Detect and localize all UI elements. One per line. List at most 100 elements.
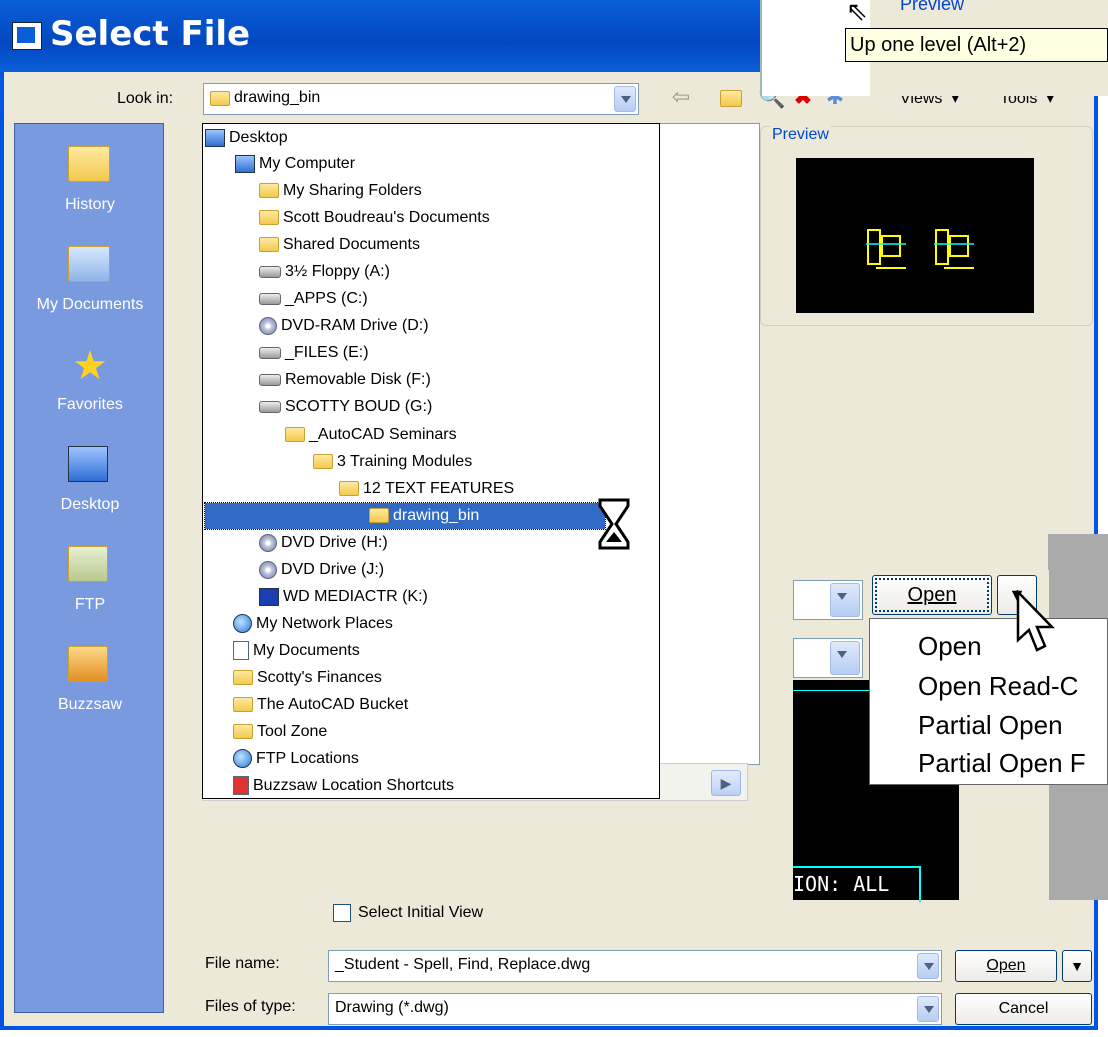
disc-icon [259,533,277,552]
select-initial-view-checkbox[interactable] [333,904,351,922]
look-in-label: Look in: [117,90,174,107]
place-label: History [65,196,115,213]
inset-dropdown-button[interactable] [830,641,860,675]
list-item[interactable]: Tool Zone [233,719,327,745]
list-item[interactable]: _FILES (E:) [259,340,369,366]
menu-item-open[interactable]: Open [918,631,982,662]
document-icon [233,641,249,661]
folder-history-icon [68,146,112,186]
place-history[interactable]: History [15,146,165,214]
look-in-combo[interactable]: drawing_bin [203,83,639,115]
list-item[interactable]: FTP Locations [233,746,359,772]
desktop-icon [68,446,112,486]
drive-icon [259,346,281,359]
menu-item-open-read-only[interactable]: Open Read-C [918,671,1078,702]
list-item[interactable]: 12 TEXT FEATURES [339,476,514,502]
list-item[interactable]: My Network Places [233,611,393,637]
list-item-selected[interactable]: drawing_bin [204,502,606,530]
drive-icon [259,373,281,386]
folder-icon [259,237,279,253]
list-item[interactable]: Scotty's Finances [233,665,382,691]
list-item[interactable]: _APPS (C:) [259,286,368,312]
inset-preview-label: Preview [900,0,965,14]
ftp-locations-icon [233,749,252,769]
floppy-icon [259,265,281,278]
drive-icon [259,587,279,606]
select-initial-view-label: Select Initial View [358,904,484,921]
place-favorites[interactable]: ★ Favorites [15,346,165,414]
network-icon [233,614,252,634]
place-buzzsaw[interactable]: Buzzsaw [15,646,165,714]
open-button[interactable]: Open [955,950,1057,982]
open-options-menu: Open Open Read-C Partial Open Partial Op… [869,618,1108,785]
list-item[interactable]: WD MEDIACTR (K:) [259,584,428,610]
disc-icon [259,316,277,335]
folder-icon [233,697,253,713]
buzzsaw-icon [68,646,112,686]
list-item[interactable]: SCOTTY BOUD (G:) [259,394,432,420]
inset-open-button[interactable]: Open [872,575,992,615]
up-one-level-icon[interactable] [720,84,746,110]
menu-item-partial-open[interactable]: Partial Open [918,710,1063,741]
list-item[interactable]: 3½ Floppy (A:) [259,259,390,285]
files-of-type-label: Files of type: [205,998,296,1015]
place-desktop[interactable]: Desktop [15,446,165,514]
place-label: Buzzsaw [57,696,123,713]
file-name-dropdown-button[interactable] [917,953,939,979]
list-item[interactable]: My Documents [233,638,360,664]
inset-combo-1[interactable] [793,580,863,620]
list-item[interactable]: Removable Disk (F:) [259,367,431,393]
file-name-combo[interactable]: _Student - Spell, Find, Replace.dwg [328,950,942,982]
files-of-type-value: Drawing (*.dwg) [335,999,449,1016]
computer-icon [235,154,255,173]
folder-icon [313,454,333,470]
menu-item-partial-open-read-only[interactable]: Partial Open F [918,748,1086,779]
hourglass-cursor-icon [596,498,632,550]
title-bar[interactable]: Select File [0,0,760,72]
places-sidebar: History My Documents ★ Favorites Desktop… [14,123,164,1013]
files-of-type-combo[interactable]: Drawing (*.dwg) [328,993,942,1025]
list-item[interactable]: Buzzsaw Location Shortcuts [233,773,454,799]
place-label: FTP [74,596,106,613]
arrow-cursor-icon: ⇖ [846,0,868,26]
up-one-level-tooltip: Up one level (Alt+2) [845,28,1108,62]
autocad-app-icon [12,22,42,50]
folder-icon [285,427,305,443]
preview-image [796,158,1034,313]
shared-folder-icon [259,183,279,199]
look-in-dropdown-list[interactable]: Desktop My Computer My Sharing Folders S… [202,123,660,799]
list-item[interactable]: My Sharing Folders [259,178,422,204]
file-name-label: File name: [205,955,280,972]
list-item[interactable]: 3 Training Modules [313,449,472,475]
place-label: Desktop [60,496,120,513]
folder-icon [233,670,253,686]
files-of-type-dropdown-button[interactable] [917,996,939,1022]
disc-icon [259,560,277,579]
place-ftp[interactable]: FTP [15,546,165,614]
folder-icon [339,481,359,497]
file-name-value: _Student - Spell, Find, Replace.dwg [335,956,591,973]
preview-label: Preview [770,126,831,144]
back-arrow-icon[interactable]: ⇦ [668,84,694,110]
list-item[interactable]: Scott Boudreau's Documents [259,205,490,231]
list-item[interactable]: The AutoCAD Bucket [233,692,408,718]
list-item[interactable]: Shared Documents [259,232,420,258]
inset-dropdown-button[interactable] [830,583,860,617]
scroll-right-button[interactable]: ▶ [711,770,741,796]
list-item[interactable]: Desktop [205,125,288,151]
list-item[interactable]: DVD Drive (H:) [259,530,388,556]
list-item[interactable]: _AutoCAD Seminars [285,422,457,448]
list-item[interactable]: DVD Drive (J:) [259,557,384,583]
pointer-cursor-icon [1016,588,1056,663]
cancel-button[interactable]: Cancel [955,993,1092,1025]
open-options-button[interactable]: ▼ [1062,950,1092,982]
desktop-icon [205,128,225,147]
inset-combo-2[interactable] [793,638,863,678]
place-my-documents[interactable]: My Documents [15,246,165,314]
list-item[interactable]: DVD-RAM Drive (D:) [259,313,429,339]
list-item[interactable]: My Computer [235,151,355,177]
look-in-dropdown-button[interactable] [614,86,636,112]
favorites-star-icon: ★ [72,344,108,388]
dialog-title: Select File [50,14,251,54]
drive-icon [259,292,281,305]
